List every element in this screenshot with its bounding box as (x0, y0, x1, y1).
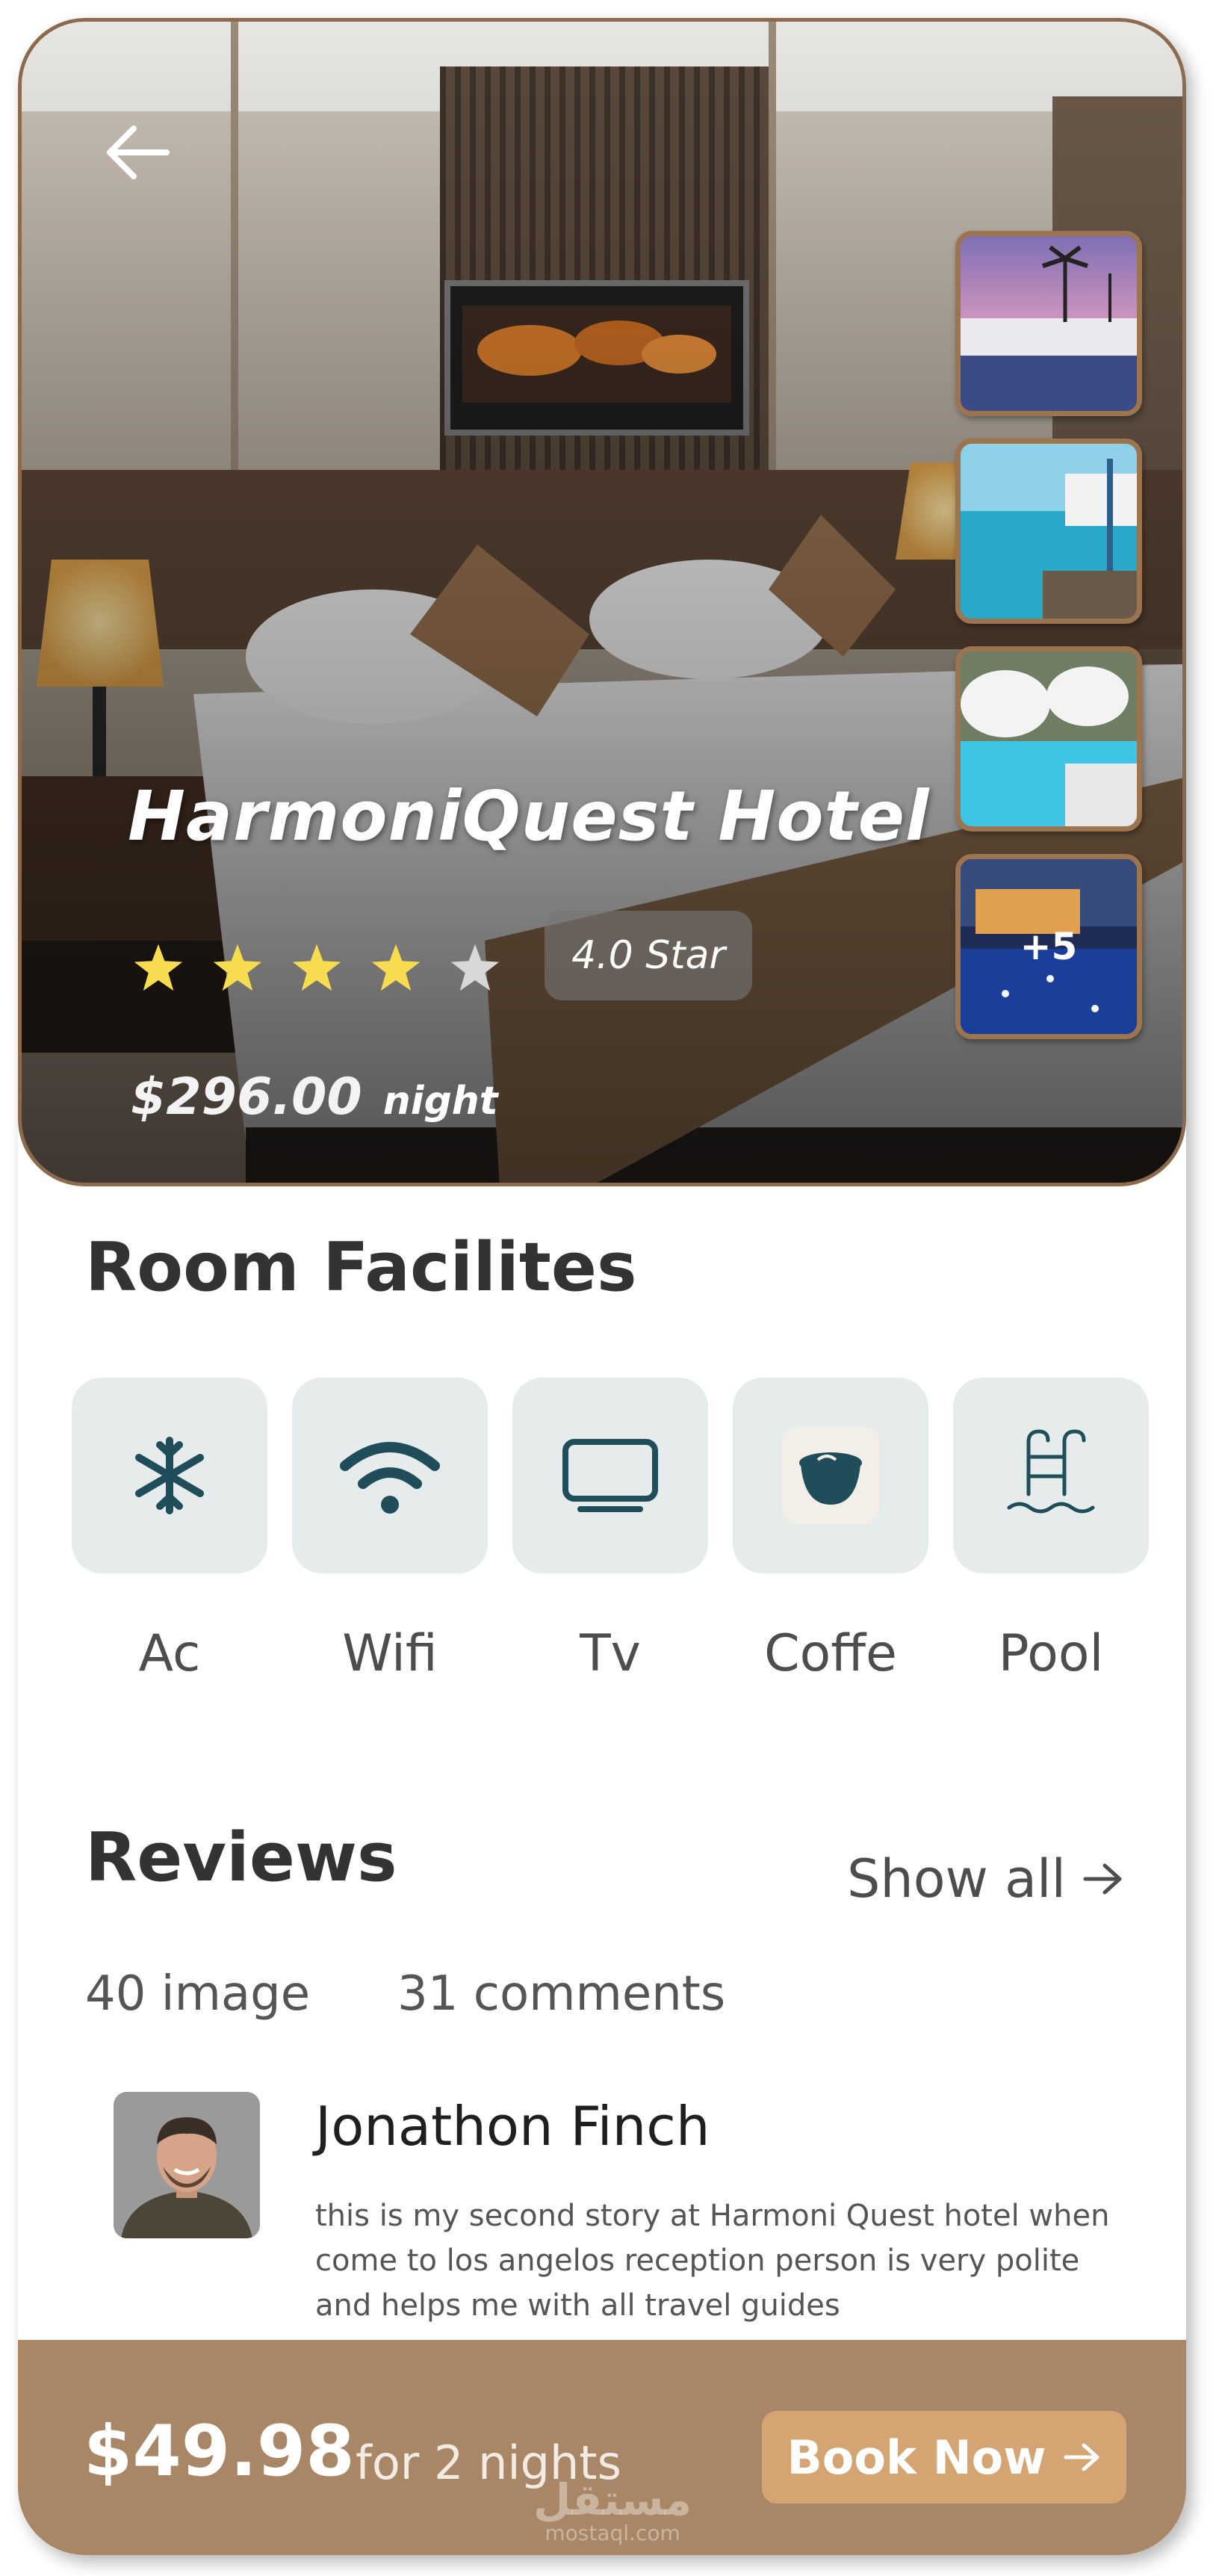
reviewer-name: Jonathon Finch (315, 2095, 710, 2158)
review-text: this is my second story at Harmoni Quest… (315, 2199, 1110, 2323)
booking-total-price: $49.98 (84, 2411, 355, 2492)
facility-label-tv: Tv (580, 1624, 641, 1683)
facility-label-ac: Ac (138, 1624, 201, 1683)
facility-wifi[interactable] (292, 1378, 488, 1573)
star-icon (134, 944, 183, 991)
facility-label-wifi: Wifi (342, 1624, 438, 1683)
book-now-button[interactable]: Book Now (762, 2411, 1126, 2504)
arrow-right-icon (1083, 1863, 1122, 1895)
review-comment-count[interactable]: 31 comments (397, 1966, 725, 2022)
gallery-thumb-resort[interactable] (955, 231, 1142, 416)
watermark-latin: mostaql.com (545, 2521, 680, 2545)
nightly-price: $296.00 night (131, 1068, 498, 1127)
price-unit: night (382, 1079, 498, 1124)
coffee-cup-icon (782, 1427, 879, 1524)
book-now-label: Book Now (787, 2430, 1046, 2485)
arrow-left-icon (107, 126, 170, 179)
pool-ladder-icon (1007, 1429, 1095, 1514)
wifi-icon (340, 1442, 440, 1514)
show-all-link[interactable]: Show all (847, 1848, 1124, 1910)
reviewer-avatar (114, 2092, 260, 2238)
gallery-thumb-more[interactable]: +5 (955, 854, 1142, 1039)
star-icon (450, 944, 500, 991)
star-icon (213, 944, 262, 991)
more-photos-count: +5 (1020, 925, 1078, 968)
price-amount: $296.00 (131, 1068, 362, 1127)
arrow-right-icon (1064, 2443, 1099, 2471)
hotel-name: HarmoniQuest Hotel (128, 776, 930, 856)
facility-pool[interactable] (953, 1378, 1149, 1573)
facility-ac[interactable] (72, 1378, 267, 1573)
facilities-title: Room Facilites (85, 1228, 637, 1307)
rating-badge: 4.0 Star (545, 911, 752, 1000)
booking-bar: $49.98 for 2 nights مستقل mostaql.com Bo… (18, 2340, 1186, 2555)
star-icon (292, 944, 341, 991)
facility-coffee[interactable] (733, 1378, 928, 1573)
reviews-title: Reviews (85, 1818, 397, 1897)
star-rating (132, 942, 501, 994)
review-image-count[interactable]: 40 image (85, 1966, 310, 2022)
hotel-hero: HarmoniQuest Hotel 4.0 Star $296.00 nigh… (18, 18, 1186, 1186)
star-icon (371, 944, 421, 991)
gallery-thumb-pool-domes[interactable] (955, 646, 1142, 832)
app-screen: HarmoniQuest Hotel 4.0 Star $296.00 nigh… (18, 18, 1186, 2555)
snowflake-icon (135, 1437, 204, 1514)
show-all-label: Show all (847, 1848, 1066, 1910)
watermark-arabic: مستقل (533, 2474, 692, 2525)
gallery-thumb-ocean-pool[interactable] (955, 439, 1142, 624)
facility-label-pool: Pool (998, 1624, 1104, 1683)
tv-icon (562, 1439, 658, 1512)
mostaql-watermark: مستقل mostaql.com (533, 2474, 692, 2545)
facility-label-coffee: Coffe (764, 1624, 897, 1683)
back-button[interactable] (96, 111, 179, 193)
facility-tv[interactable] (512, 1378, 708, 1573)
